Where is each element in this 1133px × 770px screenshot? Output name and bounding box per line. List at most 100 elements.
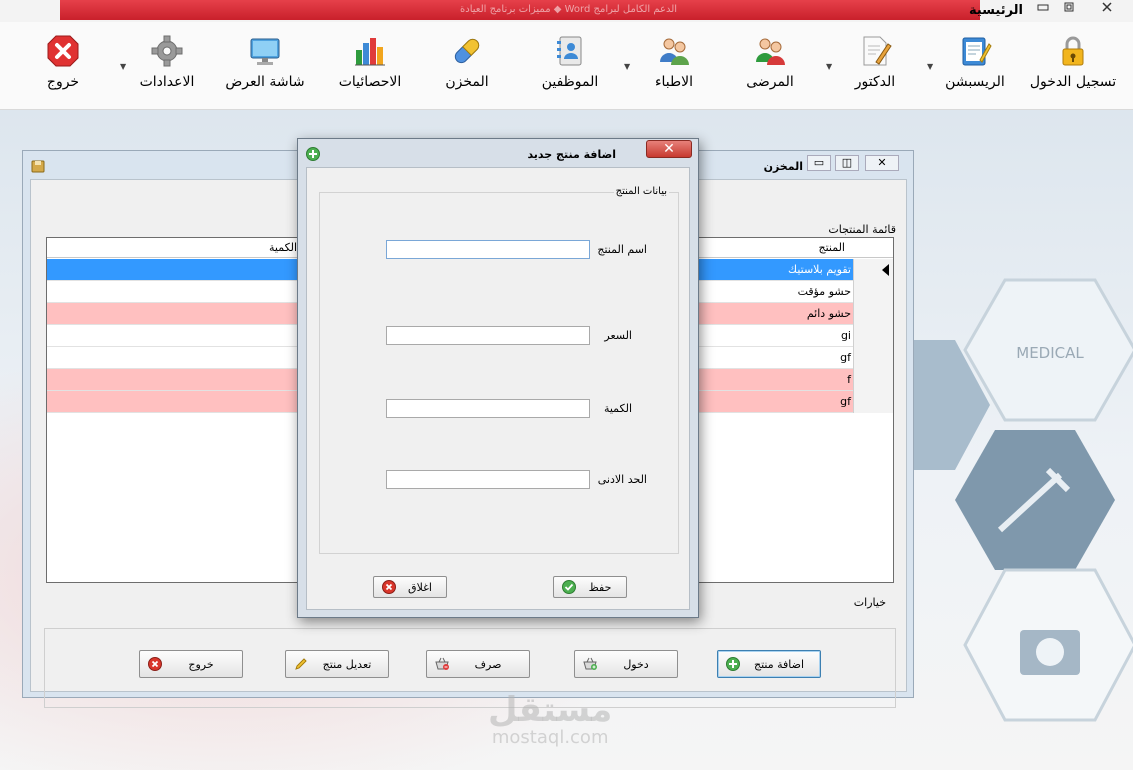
toolbar-exit[interactable]: خروج bbox=[13, 34, 113, 90]
patients-icon bbox=[753, 34, 787, 68]
cell-product-name: حشو مؤقت bbox=[797, 285, 851, 298]
toolbar-login[interactable]: تسجيل الدخول bbox=[1023, 34, 1123, 90]
dialog-title: اضافة منتج جديد bbox=[527, 148, 616, 161]
current-row-arrow-icon bbox=[882, 264, 889, 276]
store-window-title: المخزن bbox=[763, 160, 803, 173]
minimize-icon bbox=[1037, 4, 1049, 11]
options-group-label: خيارات bbox=[853, 596, 886, 609]
toolbar-doctors[interactable]: الاطباء bbox=[624, 34, 724, 90]
watermark: مستقل mostaql.com bbox=[488, 692, 612, 748]
row-header[interactable] bbox=[853, 303, 893, 325]
row-header[interactable] bbox=[853, 347, 893, 369]
contacts-book-icon bbox=[553, 34, 587, 68]
chevron-down-icon[interactable]: ▼ bbox=[826, 62, 832, 71]
entry-label: دخول bbox=[623, 658, 649, 671]
dialog-close-action-button[interactable]: اغلاق bbox=[373, 576, 447, 598]
toolbar-settings[interactable]: الاعدادات bbox=[117, 34, 217, 90]
toolbar-doctor[interactable]: الدكتور bbox=[825, 34, 925, 90]
row-header[interactable] bbox=[853, 369, 893, 391]
price-input[interactable] bbox=[386, 326, 590, 345]
edit-product-label: تعديل منتج bbox=[322, 658, 372, 671]
price-label: السعر bbox=[604, 329, 632, 342]
products-group-label: قائمة المنتجات bbox=[828, 223, 896, 236]
minimize-icon: ▭ bbox=[813, 156, 825, 169]
chevron-down-icon[interactable]: ▼ bbox=[624, 62, 630, 71]
toolbar-label: الاطباء bbox=[654, 74, 694, 90]
toolbar-label: شاشة العرض bbox=[225, 74, 305, 90]
row-header[interactable] bbox=[853, 325, 893, 347]
add-product-button[interactable]: اضافة منتج bbox=[717, 650, 821, 678]
add-product-dialog: اضافة منتج جديد ✕ بيانات المنتج اسم المن… bbox=[297, 138, 699, 618]
pill-icon bbox=[450, 34, 484, 68]
toolbar-label: الموظفين bbox=[541, 74, 599, 90]
row-header[interactable] bbox=[853, 391, 893, 413]
toolbar-label: تسجيل الدخول bbox=[1029, 74, 1117, 90]
toolbar-label: الدكتور bbox=[854, 74, 896, 90]
add-icon bbox=[306, 147, 320, 161]
cell-product-name: تقويم بلاستيك bbox=[788, 263, 851, 276]
dispense-button[interactable]: صرف bbox=[426, 650, 530, 678]
restore-button[interactable] bbox=[1058, 1, 1080, 19]
toolbar-label: الاحصائيات bbox=[338, 74, 402, 90]
store-restore-button[interactable]: ◫ bbox=[835, 155, 859, 171]
main-titlebar: مميزات برنامج العيادة ◆ Word الدعم الكام… bbox=[0, 0, 1133, 22]
toolbar-label: المخزن bbox=[445, 74, 489, 90]
entry-button[interactable]: دخول bbox=[574, 650, 678, 678]
toolbar-employees[interactable]: الموظفين bbox=[520, 34, 620, 90]
add-product-label: اضافة منتج bbox=[753, 658, 805, 671]
notepad-pen-icon bbox=[958, 34, 992, 68]
close-icon: ✕ bbox=[877, 156, 887, 169]
title-banner: مميزات برنامج العيادة ◆ Word الدعم الكام… bbox=[60, 0, 980, 20]
toolbar-store[interactable]: المخزن bbox=[417, 34, 517, 90]
row-header[interactable] bbox=[853, 259, 893, 281]
watermark-latin: mostaql.com bbox=[491, 727, 609, 748]
minimize-button[interactable] bbox=[1032, 1, 1054, 19]
min-quantity-input[interactable] bbox=[386, 470, 590, 489]
toolbar-patients[interactable]: المرضى bbox=[720, 34, 820, 90]
bar-chart-icon bbox=[353, 34, 387, 68]
toolbar-statistics[interactable]: الاحصائيات bbox=[320, 34, 420, 90]
toolbar-reception[interactable]: الريسبشن bbox=[925, 34, 1025, 90]
cell-product-name: gf bbox=[840, 395, 851, 408]
save-button[interactable]: حفظ bbox=[553, 576, 627, 598]
doctors-icon bbox=[657, 34, 691, 68]
save-label: حفظ bbox=[588, 581, 612, 594]
store-exit-button[interactable]: خروج bbox=[139, 650, 243, 678]
restore-icon: ◫ bbox=[841, 156, 853, 169]
document-pen-icon bbox=[858, 34, 892, 68]
cell-product-name: حشو دائم bbox=[806, 307, 851, 320]
column-header-product[interactable]: المنتج bbox=[818, 241, 845, 254]
window-title: الرئيسية bbox=[968, 3, 1023, 18]
row-header[interactable] bbox=[853, 281, 893, 303]
toolbar-label: الريسبشن bbox=[945, 74, 1005, 90]
close-icon: ✕ bbox=[663, 141, 675, 157]
restore-icon bbox=[1064, 2, 1074, 12]
lock-icon bbox=[1056, 34, 1090, 68]
edit-product-button[interactable]: تعديل منتج bbox=[285, 650, 389, 678]
store-close-button[interactable]: ✕ bbox=[865, 155, 899, 171]
medical-label: MEDICAL bbox=[1016, 344, 1084, 362]
dialog-close-button[interactable]: ✕ bbox=[646, 140, 692, 158]
banner-text: مميزات برنامج العيادة ◆ Word الدعم الكام… bbox=[460, 4, 678, 15]
chevron-down-icon[interactable]: ▼ bbox=[927, 62, 933, 71]
store-exit-label: خروج bbox=[188, 658, 214, 671]
product-name-input[interactable] bbox=[386, 240, 590, 259]
toolbar-label: الاعدادات bbox=[139, 74, 195, 90]
dispense-label: صرف bbox=[474, 658, 502, 671]
close-icon bbox=[1102, 2, 1112, 12]
dialog-titlebar: اضافة منتج جديد ✕ bbox=[298, 139, 698, 167]
quantity-input[interactable] bbox=[386, 399, 590, 418]
product-data-group-label: بيانات المنتج bbox=[613, 186, 669, 197]
store-minimize-button[interactable]: ▭ bbox=[807, 155, 831, 171]
monitor-icon bbox=[248, 34, 282, 68]
medical-hexagons: MEDICAL bbox=[900, 278, 1133, 722]
chevron-down-icon[interactable]: ▼ bbox=[120, 62, 126, 71]
column-header-quantity[interactable]: الكمية bbox=[269, 241, 297, 254]
cell-product-name: gi bbox=[840, 329, 851, 342]
toolbar-display-screen[interactable]: شاشة العرض bbox=[215, 34, 315, 90]
dialog-body: بيانات المنتج اسم المنتج السعر الكمية ال… bbox=[306, 167, 690, 610]
close-button[interactable] bbox=[1096, 1, 1118, 19]
cell-product-name: f bbox=[847, 373, 851, 386]
cell-product-name: gf bbox=[840, 351, 851, 364]
dialog-close-label: اغلاق bbox=[408, 581, 432, 594]
